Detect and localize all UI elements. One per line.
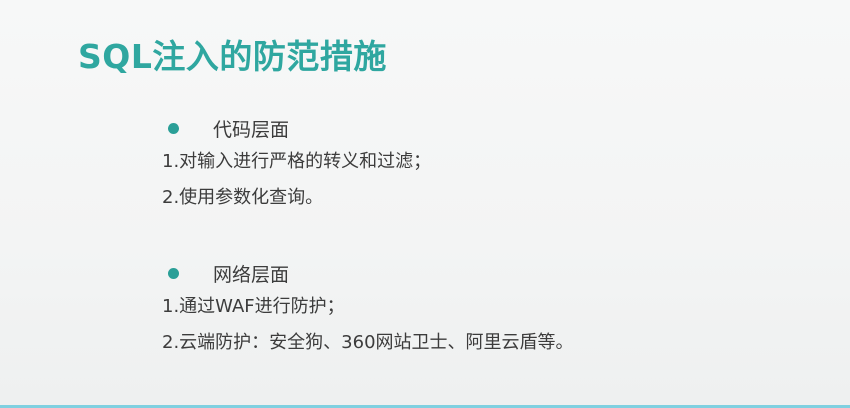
bullet-dot-icon <box>168 267 179 279</box>
slide: SQL注入的防范措施 代码层面 1.对输入进行严格的转义和过滤； 2.使用参数化… <box>0 0 850 408</box>
list-item: 1.通过WAF进行防护； <box>162 296 345 317</box>
list-item: 2.使用参数化查询。 <box>162 187 324 208</box>
list-item: 2.云端防护：安全狗、360网站卫士、阿里云盾等。 <box>162 332 574 353</box>
slide-title: SQL注入的防范措施 <box>78 37 387 76</box>
section-list: 1.通过WAF进行防护； 2.云端防护：安全狗、360网站卫士、阿里云盾等。 <box>162 289 574 361</box>
section-header: 网络层面 <box>162 257 574 289</box>
section-network-level: 网络层面 1.通过WAF进行防护； 2.云端防护：安全狗、360网站卫士、阿里云… <box>162 257 574 361</box>
section-list: 1.对输入进行严格的转义和过滤； 2.使用参数化查询。 <box>162 144 431 216</box>
section-heading: 网络层面 <box>213 263 290 286</box>
list-item: 1.对输入进行严格的转义和过滤； <box>162 151 432 172</box>
bullet-dot-icon <box>168 122 179 134</box>
section-header: 代码层面 <box>162 112 431 144</box>
section-code-level: 代码层面 1.对输入进行严格的转义和过滤； 2.使用参数化查询。 <box>162 112 431 216</box>
section-heading: 代码层面 <box>213 118 290 141</box>
